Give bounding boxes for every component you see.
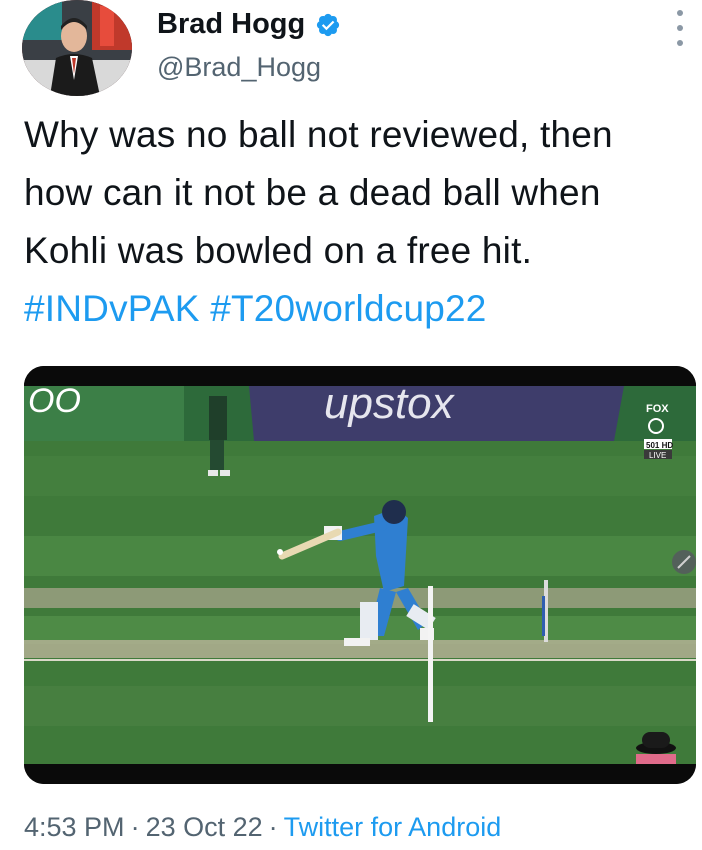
tweet-meta: 4:53 PM · 23 Oct 22 · Twitter for Android (24, 812, 501, 843)
hashtag-indvpak[interactable]: #INDvPAK (24, 288, 200, 329)
tweet-media[interactable]: OO upstox FOX 501 HD LIVE (24, 366, 696, 784)
ad-board-text: upstox (324, 379, 456, 428)
tweet-date[interactable]: 23 Oct 22 (146, 812, 263, 842)
broadcaster-channel: 501 HD (646, 441, 673, 450)
hashtag-t20worldcup22[interactable]: #T20worldcup22 (210, 288, 486, 329)
author-handle[interactable]: @Brad_Hogg (157, 52, 321, 83)
author-name-row[interactable]: Brad Hogg (157, 8, 341, 41)
tweet-body: Why was no ball not reviewed, then how c… (24, 114, 613, 271)
avatar[interactable] (22, 0, 132, 96)
media-image: OO upstox FOX 501 HD LIVE (24, 366, 696, 784)
broadcaster-logo: FOX (646, 403, 669, 415)
tweet-text: Why was no ball not reviewed, then how c… (24, 106, 684, 338)
tweet: Brad Hogg @Brad_Hogg Why was no ball not… (0, 0, 702, 850)
verified-badge-icon (315, 12, 341, 38)
meta-separator-1: · (130, 812, 140, 842)
tweet-source-link[interactable]: Twitter for Android (284, 812, 502, 842)
meta-separator-2: · (268, 812, 278, 842)
author-display-name[interactable]: Brad Hogg (157, 8, 305, 41)
tweet-time[interactable]: 4:53 PM (24, 812, 125, 842)
ad-board-partial: OO (28, 382, 81, 420)
more-options-icon[interactable] (668, 10, 692, 46)
avatar-image (22, 0, 132, 96)
broadcaster-live: LIVE (649, 451, 666, 460)
